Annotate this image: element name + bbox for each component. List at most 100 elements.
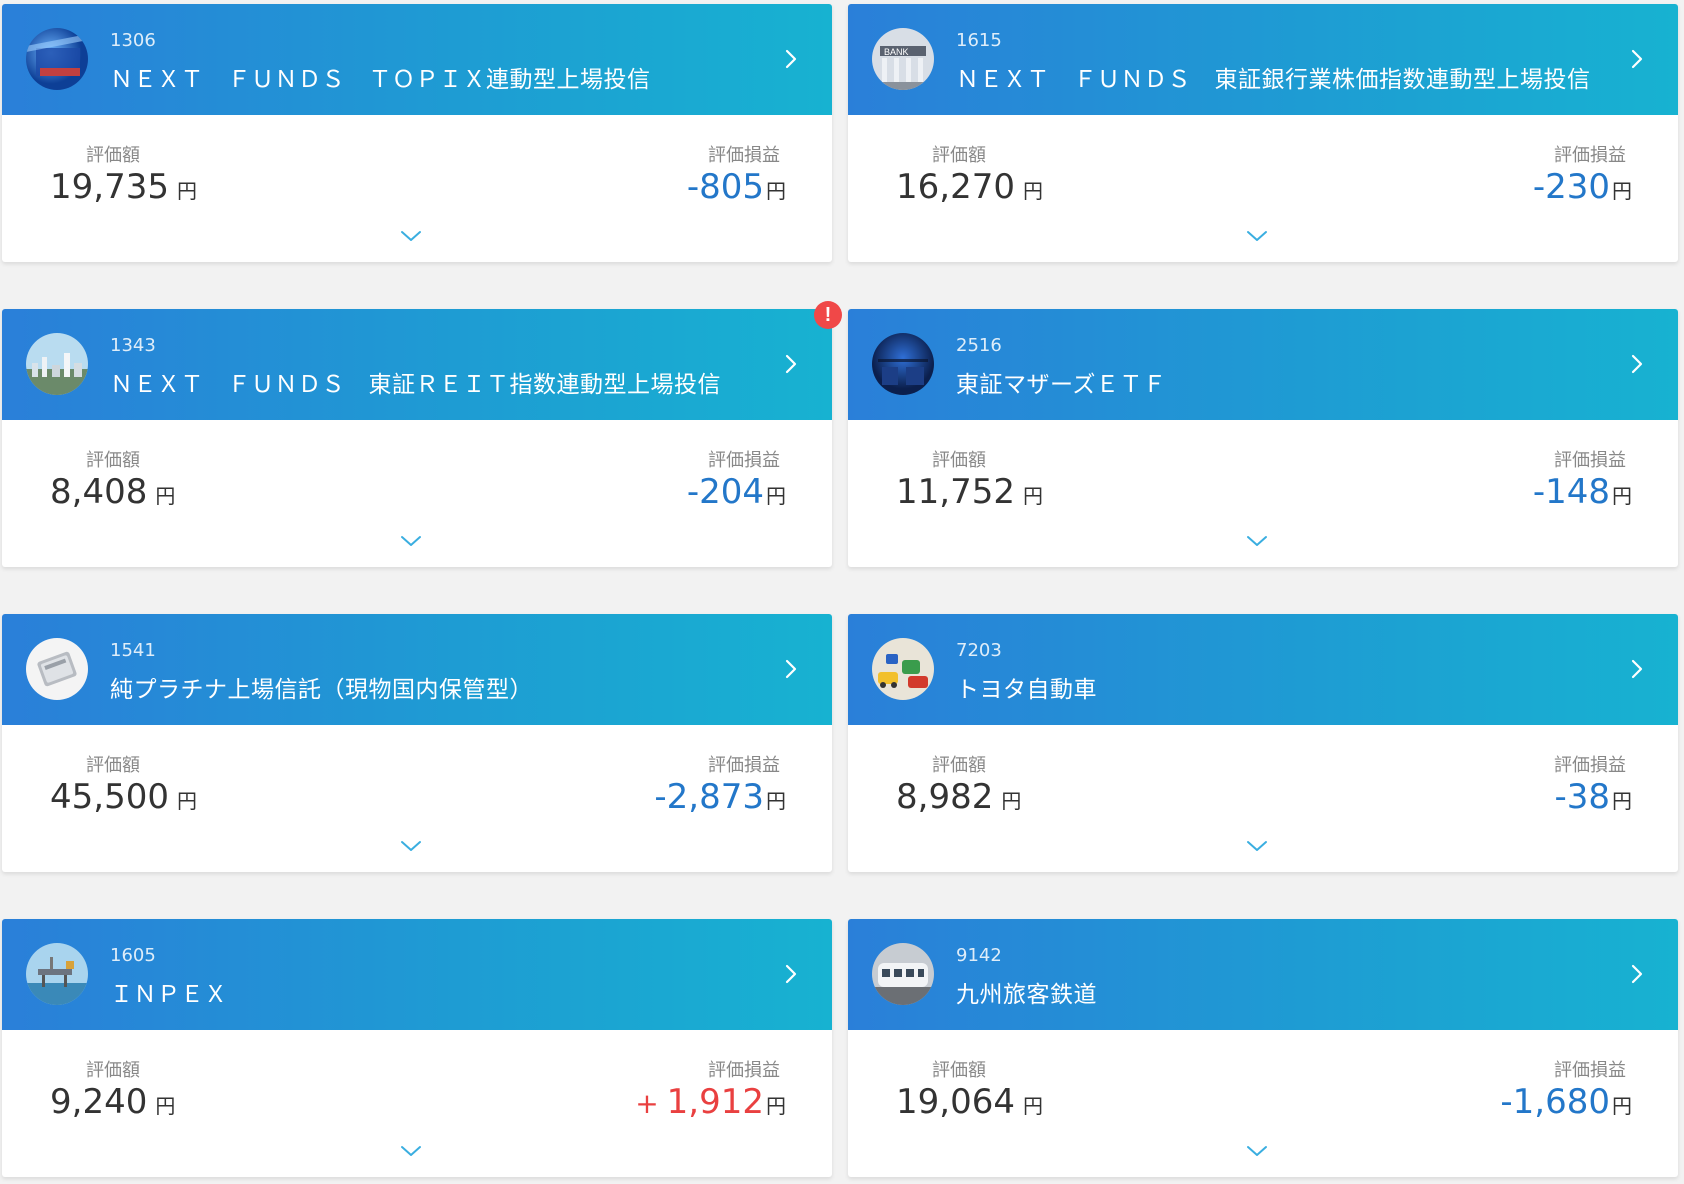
security-name: ＮＥＸＴ ＦＵＮＤＳ ＴＯＰＩＸ連動型上場投信: [110, 67, 651, 93]
chevron-right-icon[interactable]: [774, 347, 808, 381]
valuation-amount: 8,408 円: [50, 472, 175, 512]
valuation-value: 19,064: [896, 1082, 1015, 1122]
holding-header-link[interactable]: 9142 九州旅客鉄道: [848, 919, 1678, 1030]
profit-loss-label: 評価損益: [708, 145, 780, 166]
chevron-down-icon[interactable]: [398, 1142, 424, 1160]
holding-header-link[interactable]: 1541 純プラチナ上場信託（現物国内保管型）: [2, 614, 832, 725]
bank-photo-icon: BANK: [872, 28, 934, 90]
profit-loss-amount: -148 円: [1533, 472, 1632, 512]
valuation-label: 評価額: [86, 145, 140, 166]
currency-unit: 円: [766, 484, 786, 508]
svg-text:BANK: BANK: [884, 47, 909, 57]
chevron-down-icon[interactable]: [1244, 227, 1270, 245]
chevron-down-icon[interactable]: [1244, 532, 1270, 550]
profit-loss-value: -2,873: [654, 777, 764, 817]
chevron-right-icon[interactable]: [1620, 347, 1654, 381]
security-name: ＮＥＸＴ ＦＵＮＤＳ 東証ＲＥＩＴ指数連動型上場投信: [110, 372, 721, 398]
chevron-down-icon[interactable]: [398, 837, 424, 855]
valuation-value: 8,982: [896, 777, 994, 817]
holding-header-link[interactable]: 7203 トヨタ自動車: [848, 614, 1678, 725]
plus-sign: +: [635, 1087, 659, 1120]
holding-details: 評価額 8,408 円 評価損益 -204 円: [2, 420, 832, 567]
profit-loss-value: -805: [686, 167, 764, 207]
currency-unit: 円: [176, 179, 197, 203]
valuation-value: 11,752: [896, 472, 1015, 512]
holding-details: 評価額 8,982 円 評価損益 -38 円: [848, 725, 1678, 872]
valuation-label: 評価額: [86, 755, 140, 776]
chevron-down-icon[interactable]: [398, 227, 424, 245]
currency-unit: 円: [1612, 1094, 1632, 1118]
profit-loss-label: 評価損益: [1554, 145, 1626, 166]
currency-unit: 円: [1022, 484, 1043, 508]
valuation-amount: 9,240 円: [50, 1082, 175, 1122]
security-code: 2516: [956, 335, 1002, 356]
city-photo-icon: [26, 333, 88, 395]
profit-loss-value: -148: [1532, 472, 1610, 512]
security-code: 7203: [956, 640, 1002, 661]
building-photo-icon: [26, 28, 88, 90]
holding-card: 1343 ＮＥＸＴ ＦＵＮＤＳ 東証ＲＥＩＴ指数連動型上場投信 評価額 8,40…: [2, 301, 842, 567]
currency-unit: 円: [766, 1094, 786, 1118]
profit-loss-amount: -38 円: [1554, 777, 1632, 817]
chevron-down-icon[interactable]: [1244, 1142, 1270, 1160]
chevron-right-icon[interactable]: [774, 957, 808, 991]
valuation-amount: 19,064 円: [896, 1082, 1043, 1122]
holding-card: 1306 ＮＥＸＴ ＦＵＮＤＳ ＴＯＰＩＸ連動型上場投信 評価額 19,735 円…: [2, 4, 832, 262]
chevron-right-icon[interactable]: [1620, 42, 1654, 76]
profit-loss-amount: -2,873 円: [654, 777, 786, 817]
platinum-photo-icon: [26, 638, 88, 700]
security-name: 東証マザーズＥＴＦ: [956, 372, 1167, 398]
security-name: ＮＥＸＴ ＦＵＮＤＳ 東証銀行業株価指数連動型上場投信: [956, 67, 1591, 93]
currency-unit: 円: [1612, 484, 1632, 508]
holding-card: 1605 ＩＮＰＥＸ 評価額 9,240 円 評価損益 +1,912 円: [2, 919, 832, 1177]
currency-unit: 円: [1001, 789, 1022, 813]
profit-loss-value: -1,680: [1500, 1082, 1610, 1122]
profit-loss-value: -38: [1554, 777, 1610, 817]
valuation-amount: 8,982 円: [896, 777, 1021, 817]
holding-details: 評価額 9,240 円 評価損益 +1,912 円: [2, 1030, 832, 1177]
chevron-right-icon[interactable]: [774, 652, 808, 686]
profit-loss-label: 評価損益: [708, 755, 780, 776]
holding-header-link[interactable]: 1343 ＮＥＸＴ ＦＵＮＤＳ 東証ＲＥＩＴ指数連動型上場投信: [2, 309, 832, 420]
office-photo-icon: [872, 333, 934, 395]
holding-header-link[interactable]: 2516 東証マザーズＥＴＦ: [848, 309, 1678, 420]
holding-header-link[interactable]: 1306 ＮＥＸＴ ＦＵＮＤＳ ＴＯＰＩＸ連動型上場投信: [2, 4, 832, 115]
profit-loss-amount: -230 円: [1533, 167, 1632, 207]
currency-unit: 円: [1612, 179, 1632, 203]
valuation-value: 16,270: [896, 167, 1015, 207]
holding-card: 7203 トヨタ自動車 評価額 8,982 円 評価損益 -38 円: [848, 614, 1678, 872]
security-name: トヨタ自動車: [956, 677, 1097, 703]
profit-loss-value: -204: [686, 472, 764, 512]
valuation-amount: 19,735 円: [50, 167, 197, 207]
holding-details: 評価額 19,064 円 評価損益 -1,680 円: [848, 1030, 1678, 1177]
holdings-grid: 1306 ＮＥＸＴ ＦＵＮＤＳ ＴＯＰＩＸ連動型上場投信 評価額 19,735 円…: [0, 0, 1684, 1184]
valuation-label: 評価額: [932, 145, 986, 166]
security-name: 純プラチナ上場信託（現物国内保管型）: [110, 677, 533, 703]
chevron-right-icon[interactable]: [774, 42, 808, 76]
chevron-right-icon[interactable]: [1620, 652, 1654, 686]
profit-loss-label: 評価損益: [1554, 755, 1626, 776]
security-code: 1605: [110, 945, 156, 966]
holding-header-link[interactable]: 1605 ＩＮＰＥＸ: [2, 919, 832, 1030]
currency-unit: 円: [766, 789, 786, 813]
holding-card: 1541 純プラチナ上場信託（現物国内保管型） 評価額 45,500 円 評価損益…: [2, 614, 832, 872]
profit-loss-value: -230: [1532, 167, 1610, 207]
holding-details: 評価額 19,735 円 評価損益 -805 円: [2, 115, 832, 262]
chevron-down-icon[interactable]: [398, 532, 424, 550]
profit-loss-value: 1,912: [666, 1082, 764, 1122]
profit-loss-amount: -204 円: [687, 472, 786, 512]
alert-badge-icon: !: [814, 301, 842, 329]
holding-header-link[interactable]: BANK 1615 ＮＥＸＴ ＦＵＮＤＳ 東証銀行業株価指数連動型上場投信: [848, 4, 1678, 115]
profit-loss-amount: +1,912 円: [635, 1082, 786, 1122]
chevron-right-icon[interactable]: [1620, 957, 1654, 991]
security-name: ＩＮＰＥＸ: [110, 982, 228, 1008]
holding-card: 2516 東証マザーズＥＴＦ 評価額 11,752 円 評価損益 -148 円: [848, 309, 1678, 567]
profit-loss-amount: -805 円: [687, 167, 786, 207]
currency-unit: 円: [1022, 1094, 1043, 1118]
security-code: 1541: [110, 640, 156, 661]
holding-details: 評価額 16,270 円 評価損益 -230 円: [848, 115, 1678, 262]
valuation-label: 評価額: [86, 450, 140, 471]
chevron-down-icon[interactable]: [1244, 837, 1270, 855]
holding-card: 9142 九州旅客鉄道 評価額 19,064 円 評価損益 -1,680 円: [848, 919, 1678, 1177]
security-code: 1343: [110, 335, 156, 356]
